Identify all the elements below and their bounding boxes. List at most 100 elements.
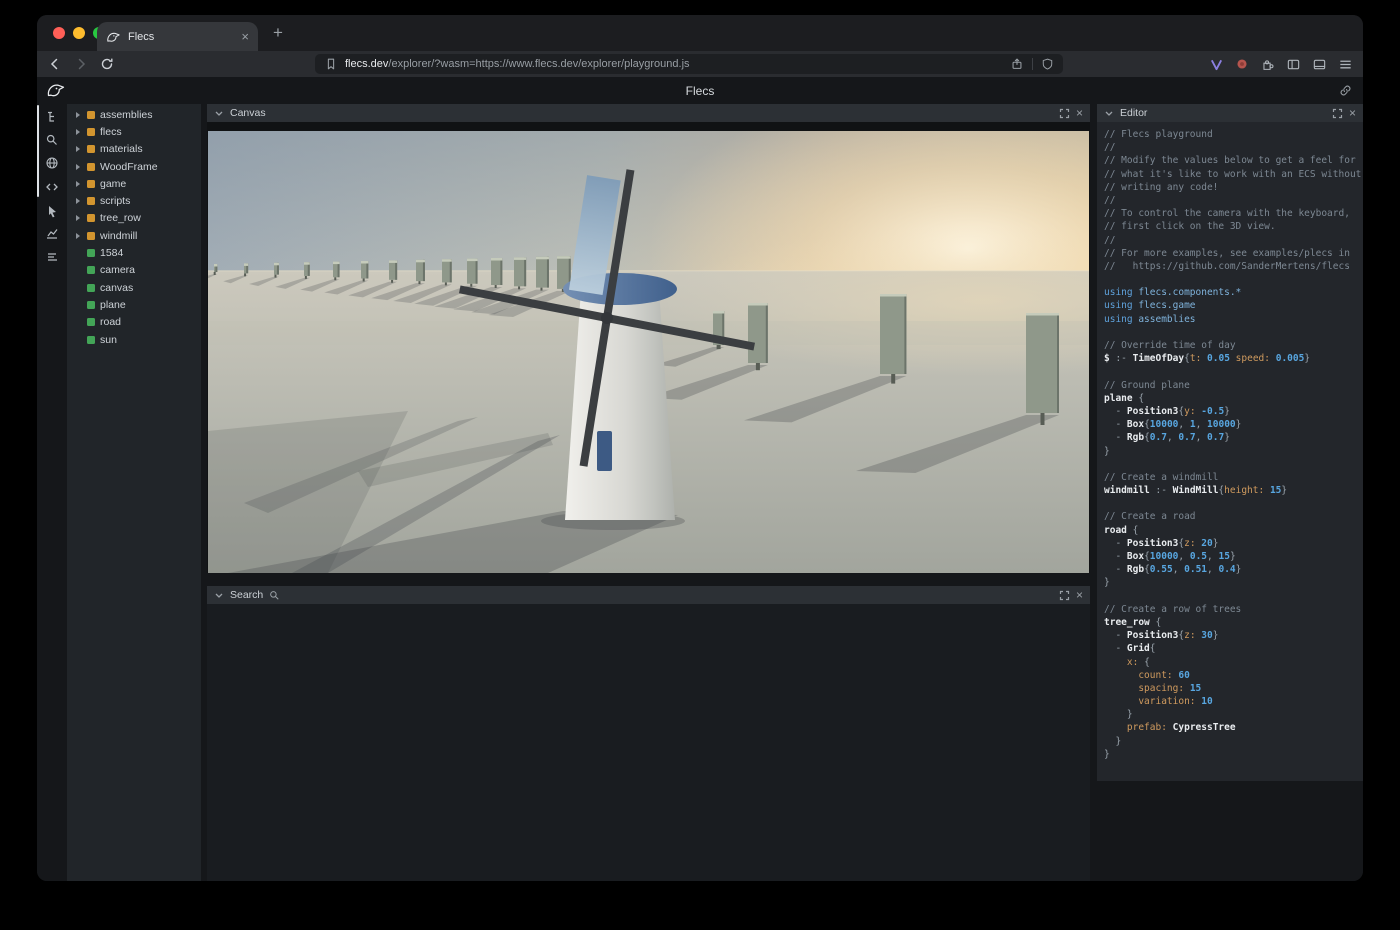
module-icon (87, 163, 95, 171)
tree-item[interactable]: tree_row (67, 210, 201, 227)
page-header: Flecs (37, 77, 1363, 104)
search-icon[interactable] (45, 133, 59, 147)
chevron-right-icon[interactable] (74, 129, 82, 135)
tree-item-label: camera (100, 264, 135, 276)
entity-icon (87, 301, 95, 309)
tree-item-label: windmill (100, 230, 137, 242)
canvas-panel-header: Canvas × (207, 104, 1090, 122)
url-domain: flecs.dev (345, 58, 388, 70)
extension-dot-icon[interactable] (1235, 57, 1249, 71)
tree-item-label: road (100, 316, 121, 328)
shield-icon[interactable] (1041, 57, 1054, 71)
inspector-cursor-icon[interactable] (45, 204, 59, 218)
code-editor-icon[interactable] (45, 180, 59, 194)
tree-item[interactable]: WoodFrame (67, 158, 201, 175)
entity-icon (87, 284, 95, 292)
tab-title: Flecs (128, 31, 234, 43)
entity-icon (87, 266, 95, 274)
tree-item[interactable]: 1584 (67, 244, 201, 261)
flecs-favicon (106, 31, 121, 43)
stats-chart-icon[interactable] (45, 226, 59, 240)
tree-item-label: scripts (100, 195, 130, 207)
search-panel: Search × (207, 586, 1090, 881)
bookmark-icon[interactable] (324, 57, 338, 71)
chevron-right-icon[interactable] (74, 233, 82, 239)
browser-tab[interactable]: Flecs × (97, 22, 258, 51)
url-text: flecs.dev/explorer/?wasm=https://www.fle… (345, 58, 690, 70)
tree-item-label: plane (100, 299, 126, 311)
canvas-panel: Canvas × (207, 104, 1090, 573)
canvas-3d-scene[interactable] (208, 131, 1089, 573)
tree-item-label: flecs (100, 126, 122, 138)
panel-tray-icon[interactable] (1312, 57, 1327, 72)
tree-item[interactable]: camera (67, 262, 201, 279)
extensions-puzzle-icon[interactable] (1260, 57, 1275, 72)
flecs-explorer-page: Flecs assemblies flecs materials WoodFrame g… (37, 77, 1363, 881)
fullscreen-icon[interactable] (1059, 108, 1070, 119)
tab-close-icon[interactable]: × (241, 30, 249, 43)
url-path: /explorer/?wasm=https://www.flecs.dev/ex… (388, 58, 689, 70)
search-panel-header: Search × (207, 586, 1090, 604)
entity-icon (87, 249, 95, 257)
collapse-chevron-icon[interactable] (214, 591, 224, 600)
tree-item[interactable]: flecs (67, 123, 201, 140)
forward-button[interactable] (73, 56, 89, 72)
menu-hamburger-icon[interactable] (1338, 57, 1353, 72)
tree-item[interactable]: road (67, 314, 201, 331)
tree-item[interactable]: materials (67, 141, 201, 158)
module-icon (87, 180, 95, 188)
share-link-icon[interactable] (1339, 84, 1352, 97)
share-icon[interactable] (1010, 57, 1024, 71)
chevron-right-icon[interactable] (74, 181, 82, 187)
tree-item[interactable]: plane (67, 296, 201, 313)
chevron-right-icon[interactable] (74, 164, 82, 170)
browser-toolbar: flecs.dev/explorer/?wasm=https://www.fle… (37, 51, 1363, 77)
collapse-chevron-icon[interactable] (214, 109, 224, 118)
minimize-window-button[interactable] (73, 27, 85, 39)
tree-item-label: 1584 (100, 247, 123, 259)
chevron-right-icon[interactable] (74, 112, 82, 118)
address-bar[interactable]: flecs.dev/explorer/?wasm=https://www.fle… (315, 54, 1063, 74)
search-results-area (207, 604, 1090, 881)
tree-item[interactable]: assemblies (67, 106, 201, 123)
fullscreen-icon[interactable] (1332, 108, 1343, 119)
tree-item-label: materials (100, 143, 143, 155)
sidebar-toggle-icon[interactable] (1286, 57, 1301, 72)
tree-item[interactable]: windmill (67, 227, 201, 244)
fullscreen-icon[interactable] (1059, 590, 1070, 601)
reload-button[interactable] (99, 56, 115, 72)
entity-tree-icon[interactable] (45, 110, 59, 124)
tree-item-label: assemblies (100, 109, 153, 121)
search-panel-title: Search (230, 589, 263, 601)
new-tab-button[interactable]: + (273, 23, 283, 43)
tree-item[interactable]: game (67, 175, 201, 192)
editor-code[interactable]: // Flecs playground//// Modify the value… (1097, 122, 1363, 761)
close-panel-icon[interactable]: × (1076, 107, 1083, 119)
left-icon-rail (37, 104, 67, 881)
chevron-right-icon[interactable] (74, 146, 82, 152)
logs-list-icon[interactable] (45, 250, 59, 264)
search-small-icon (269, 590, 280, 601)
tree-item-label: game (100, 178, 126, 190)
module-icon (87, 214, 95, 222)
close-window-button[interactable] (53, 27, 65, 39)
tree-item[interactable]: scripts (67, 192, 201, 209)
extension-v-icon[interactable] (1209, 57, 1224, 72)
world-icon[interactable] (45, 156, 59, 170)
browser-window: Flecs × + flecs.dev/explorer/?wasm=https… (37, 15, 1363, 881)
divider (1032, 58, 1033, 70)
close-panel-icon[interactable]: × (1076, 589, 1083, 601)
module-icon (87, 128, 95, 136)
editor-panel-header: Editor × (1097, 104, 1363, 122)
back-button[interactable] (47, 56, 63, 72)
canvas-body (207, 122, 1090, 573)
page-title: Flecs (37, 84, 1363, 98)
collapse-chevron-icon[interactable] (1104, 109, 1114, 118)
chevron-right-icon[interactable] (74, 215, 82, 221)
close-panel-icon[interactable]: × (1349, 107, 1356, 119)
entity-icon (87, 318, 95, 326)
chevron-right-icon[interactable] (74, 198, 82, 204)
tree-item[interactable]: sun (67, 331, 201, 348)
tab-strip: Flecs × + (37, 15, 1363, 51)
tree-item[interactable]: canvas (67, 279, 201, 296)
